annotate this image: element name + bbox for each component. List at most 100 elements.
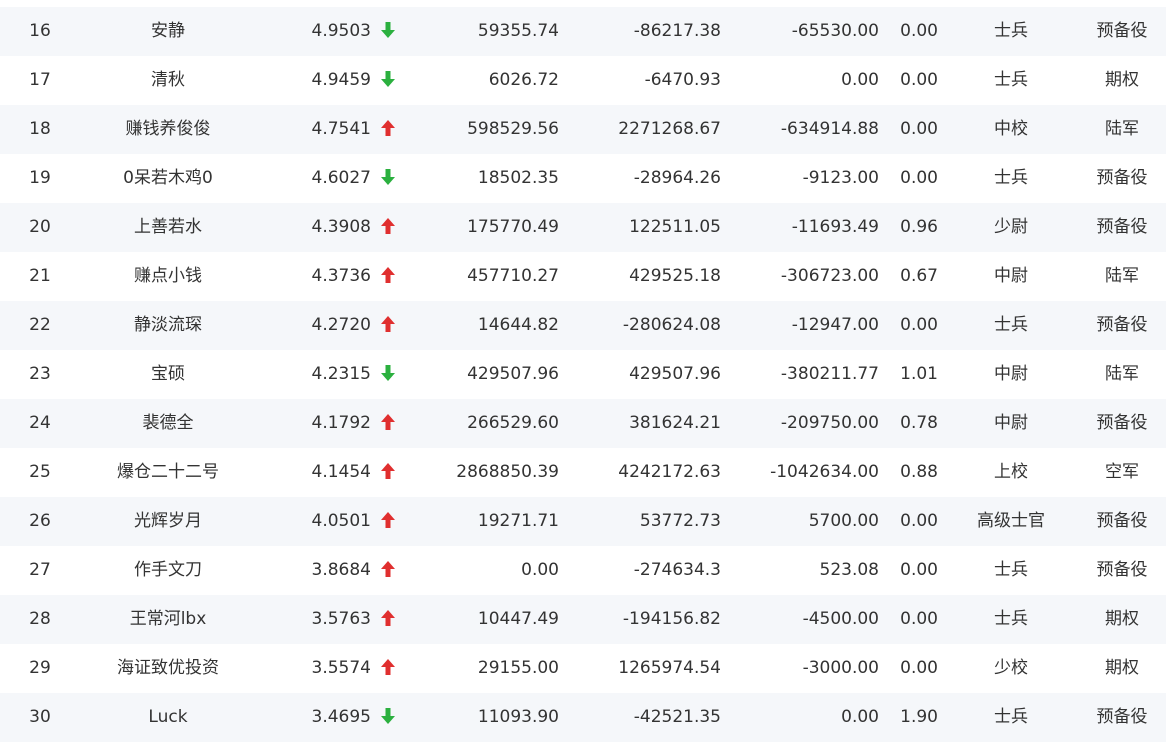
rank-cell: 17: [29, 70, 51, 90]
rank-cell: 29: [29, 658, 51, 678]
name-cell[interactable]: 安静: [88, 7, 248, 56]
arrow-up-icon: [378, 448, 398, 497]
value-3-cell: -4500.00: [802, 609, 879, 629]
name-cell[interactable]: 清秋: [88, 56, 248, 105]
name-cell[interactable]: 裴德全: [88, 399, 248, 448]
table-row[interactable]: 16 安静 4.9503 59355.74 -86217.38 -65530.0…: [0, 7, 1166, 56]
value-4-cell: 0.00: [900, 70, 938, 90]
value-2-cell: 381624.21: [629, 413, 721, 433]
military-rank-cell: 士兵: [994, 560, 1028, 580]
score-cell: 4.2315: [311, 364, 371, 384]
table-row[interactable]: 28 王常河lbx 3.5763 10447.49 -194156.82 -45…: [0, 595, 1166, 644]
value-1-cell: 6026.72: [488, 70, 559, 90]
value-1-cell: 2868850.39: [456, 462, 559, 482]
value-2-cell: 1265974.54: [618, 658, 721, 678]
name-cell[interactable]: 上善若水: [88, 203, 248, 252]
table-row[interactable]: 20 上善若水 4.3908 175770.49 122511.05 -1169…: [0, 203, 1166, 252]
rank-cell: 27: [29, 560, 51, 580]
table-row[interactable]: 21 赚点小钱 4.3736 457710.27 429525.18 -3067…: [0, 252, 1166, 301]
value-2-cell: -42521.35: [633, 707, 721, 727]
name-cell[interactable]: 王常河lbx: [88, 595, 248, 644]
name-cell[interactable]: 赚点小钱: [88, 252, 248, 301]
arrow-up-icon: [378, 644, 398, 693]
value-1-cell: 10447.49: [477, 609, 559, 629]
table-row[interactable]: 30 Luck 3.4695 11093.90 -42521.35 0.00 1…: [0, 693, 1166, 742]
category-cell: 预备役: [1096, 315, 1148, 335]
score-cell: 3.8684: [311, 560, 371, 580]
value-4-cell: 0.88: [900, 462, 938, 482]
name-cell[interactable]: 0呆若木鸡0: [88, 154, 248, 203]
table-row[interactable]: 19 0呆若木鸡0 4.6027 18502.35 -28964.26 -912…: [0, 154, 1166, 203]
category-cell: 预备役: [1096, 511, 1148, 531]
score-cell: 4.9503: [311, 21, 371, 41]
ranking-table: 16 安静 4.9503 59355.74 -86217.38 -65530.0…: [0, 0, 1166, 742]
arrow-up-icon: [378, 399, 398, 448]
value-1-cell: 598529.56: [467, 119, 559, 139]
value-3-cell: -380211.77: [780, 364, 879, 384]
table-row[interactable]: 17 清秋 4.9459 6026.72 -6470.93 0.00 0.00 …: [0, 56, 1166, 105]
military-rank-cell: 士兵: [994, 21, 1028, 41]
value-4-cell: 0.00: [900, 168, 938, 188]
name-cell[interactable]: 光辉岁月: [88, 497, 248, 546]
rank-cell: 23: [29, 364, 51, 384]
value-1-cell: 457710.27: [467, 266, 559, 286]
name-cell[interactable]: 作手文刀: [88, 546, 248, 595]
arrow-down-icon: [378, 350, 398, 399]
category-cell: 期权: [1105, 609, 1139, 629]
value-3-cell: -1042634.00: [770, 462, 879, 482]
name-cell[interactable]: 静淡流琛: [88, 301, 248, 350]
arrow-up-icon: [378, 203, 398, 252]
category-cell: 陆军: [1105, 119, 1139, 139]
table-row[interactable]: 18 赚钱养俊俊 4.7541 598529.56 2271268.67 -63…: [0, 105, 1166, 154]
value-2-cell: -6470.93: [644, 70, 721, 90]
arrow-up-icon: [378, 252, 398, 301]
value-2-cell: 2271268.67: [618, 119, 721, 139]
arrow-up-icon: [381, 609, 395, 626]
value-4-cell: 1.90: [900, 707, 938, 727]
arrow-up-icon: [381, 658, 395, 675]
rank-cell: 26: [29, 511, 51, 531]
category-cell: 预备役: [1096, 217, 1148, 237]
value-4-cell: 0.00: [900, 119, 938, 139]
name-cell[interactable]: 海证致优投资: [88, 644, 248, 693]
arrow-up-icon: [378, 595, 398, 644]
value-4-cell: 0.00: [900, 560, 938, 580]
table-row[interactable]: 22 静淡流琛 4.2720 14644.82 -280624.08 -1294…: [0, 301, 1166, 350]
military-rank-cell: 士兵: [994, 168, 1028, 188]
name-cell[interactable]: 爆仓二十二号: [88, 448, 248, 497]
value-2-cell: 429525.18: [629, 266, 721, 286]
rank-cell: 21: [29, 266, 51, 286]
table-row[interactable]: 23 宝硕 4.2315 429507.96 429507.96 -380211…: [0, 350, 1166, 399]
name-cell[interactable]: 宝硕: [88, 350, 248, 399]
value-3-cell: -209750.00: [780, 413, 879, 433]
value-2-cell: 4242172.63: [618, 462, 721, 482]
rank-cell: 25: [29, 462, 51, 482]
value-3-cell: 5700.00: [808, 511, 879, 531]
value-2-cell: 122511.05: [629, 217, 721, 237]
table-row[interactable]: 24 裴德全 4.1792 266529.60 381624.21 -20975…: [0, 399, 1166, 448]
table-row[interactable]: 29 海证致优投资 3.5574 29155.00 1265974.54 -30…: [0, 644, 1166, 693]
value-3-cell: -65530.00: [791, 21, 879, 41]
rank-cell: 19: [29, 168, 51, 188]
value-2-cell: 53772.73: [639, 511, 721, 531]
rank-cell: 28: [29, 609, 51, 629]
arrow-up-icon: [378, 497, 398, 546]
value-2-cell: -274634.3: [633, 560, 721, 580]
name-cell[interactable]: 赚钱养俊俊: [88, 105, 248, 154]
table-row[interactable]: 27 作手文刀 3.8684 0.00 -274634.3 523.08 0.0…: [0, 546, 1166, 595]
military-rank-cell: 少校: [994, 658, 1028, 678]
arrow-up-icon: [378, 105, 398, 154]
value-4-cell: 0.00: [900, 315, 938, 335]
score-cell: 3.5763: [311, 609, 371, 629]
table-row[interactable]: 25 爆仓二十二号 4.1454 2868850.39 4242172.63 -…: [0, 448, 1166, 497]
name-cell[interactable]: Luck: [88, 693, 248, 742]
rank-cell: 16: [29, 21, 51, 41]
value-3-cell: -634914.88: [780, 119, 879, 139]
table-row[interactable]: 26 光辉岁月 4.0501 19271.71 53772.73 5700.00…: [0, 497, 1166, 546]
military-rank-cell: 士兵: [994, 315, 1028, 335]
score-cell: 4.1792: [311, 413, 371, 433]
score-cell: 4.3908: [311, 217, 371, 237]
value-2-cell: 429507.96: [629, 364, 721, 384]
rank-cell: 22: [29, 315, 51, 335]
category-cell: 期权: [1105, 70, 1139, 90]
